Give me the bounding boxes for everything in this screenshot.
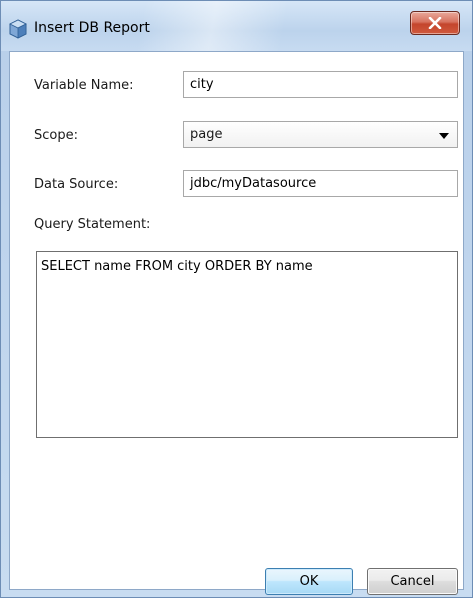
ok-button[interactable]: OK bbox=[265, 568, 353, 595]
variable-name-label: Variable Name: bbox=[34, 78, 134, 93]
window-title: Insert DB Report bbox=[34, 20, 150, 36]
dialog-window: Insert DB Report Variable Name: city Sco… bbox=[0, 0, 473, 598]
scope-dropdown[interactable]: page bbox=[183, 121, 458, 148]
scope-label: Scope: bbox=[34, 128, 78, 143]
data-source-label: Data Source: bbox=[34, 177, 119, 192]
cancel-button[interactable]: Cancel bbox=[367, 568, 458, 595]
chevron-down-icon bbox=[439, 133, 449, 139]
scope-selected-value: page bbox=[190, 127, 223, 142]
variable-name-input[interactable]: city bbox=[183, 71, 458, 98]
query-statement-textarea[interactable]: SELECT name FROM city ORDER BY name bbox=[36, 251, 458, 438]
netbeans-cube-icon bbox=[9, 19, 27, 39]
close-x-icon bbox=[428, 17, 442, 29]
title-bar[interactable]: Insert DB Report bbox=[1, 1, 472, 51]
query-statement-label: Query Statement: bbox=[34, 217, 151, 232]
close-button[interactable] bbox=[410, 11, 460, 35]
dialog-content: Variable Name: city Scope: page Data Sou… bbox=[9, 51, 464, 595]
data-source-input[interactable]: jdbc/myDatasource bbox=[183, 170, 458, 197]
